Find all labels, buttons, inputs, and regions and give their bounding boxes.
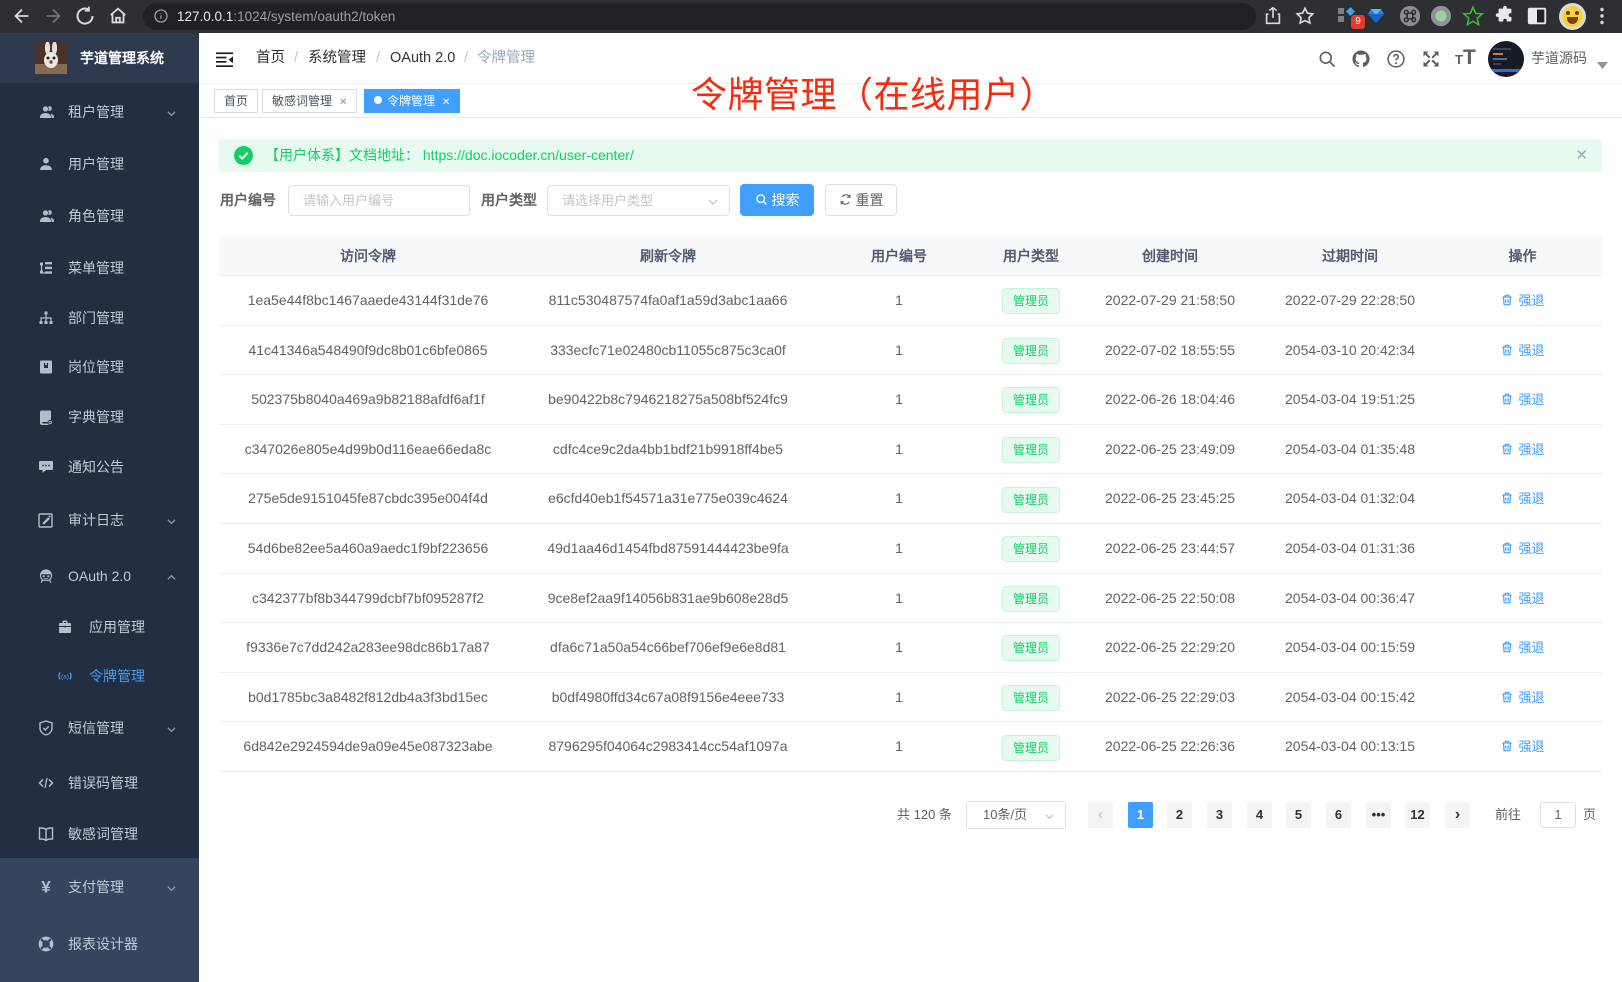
svg-text:¥: ¥ — [41, 878, 51, 896]
svg-text:(a): (a) — [61, 674, 69, 681]
